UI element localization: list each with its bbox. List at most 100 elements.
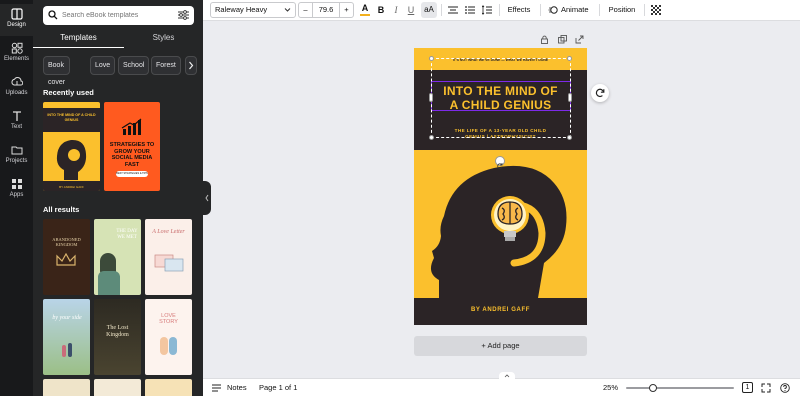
rail-item-projects[interactable]: Projects — [0, 140, 33, 172]
templates-panel: Templates Styles Book cover Love School … — [33, 0, 203, 396]
effects-button[interactable]: Effects — [503, 2, 535, 18]
notes-label: Notes — [227, 383, 247, 392]
thumb-title: STRATEGIES TO GROW YOUR SOCIAL MEDIA FAS… — [109, 142, 155, 168]
add-page-button[interactable]: + Add page — [414, 336, 587, 356]
help-icon — [780, 383, 790, 393]
chip-school[interactable]: School — [118, 56, 150, 75]
rail-item-design[interactable]: Design — [0, 4, 33, 36]
animate-button[interactable]: Animate — [546, 2, 594, 18]
thumb-title: by your side — [52, 315, 82, 321]
bold-button[interactable]: B — [375, 2, 387, 18]
tab-styles[interactable]: Styles — [124, 31, 203, 48]
resize-handle[interactable] — [567, 56, 572, 61]
rotate-handle[interactable] — [495, 156, 505, 169]
growth-chart-graphic — [121, 118, 142, 135]
elements-icon — [11, 42, 23, 54]
notes-icon — [212, 384, 221, 392]
collapse-panel-button[interactable] — [203, 181, 211, 215]
resize-handle[interactable] — [429, 56, 434, 61]
search-input[interactable] — [62, 8, 172, 23]
italic-button[interactable]: I — [390, 2, 402, 18]
regenerate-button[interactable] — [591, 84, 609, 102]
show-pages-handle[interactable] — [499, 372, 515, 379]
page-count-badge: 1 — [742, 382, 753, 393]
page-view-button[interactable]: 1 — [742, 379, 753, 396]
template-thumb-the-day-we-met[interactable]: THE DAY WE MET — [94, 219, 141, 295]
font-size-value[interactable]: 79.6 — [313, 3, 339, 17]
animate-label: Animate — [561, 5, 589, 14]
resize-handle[interactable] — [567, 135, 572, 140]
template-thumb[interactable] — [43, 379, 90, 396]
template-thumb-by-your-side[interactable]: by your side — [43, 299, 90, 375]
thumb-title: LOVE STORY — [159, 313, 178, 325]
rail-label: Elements — [3, 56, 29, 62]
left-rail: Design Elements Uploads Text Projects Ap… — [0, 0, 33, 396]
cover-author[interactable]: BY ANDREI GAFF — [414, 307, 587, 313]
thumb-button-text: BEST STRATEGIES & TIPS — [116, 171, 148, 177]
chips-next-button[interactable] — [185, 56, 197, 75]
side-resize-handle[interactable] — [568, 93, 572, 102]
template-thumb-a-love-letter[interactable]: A Love Letter — [145, 219, 192, 295]
chevron-down-icon — [284, 8, 291, 12]
fullscreen-button[interactable] — [761, 379, 772, 396]
rotate-icon — [497, 163, 503, 169]
list-icon — [465, 6, 475, 14]
side-resize-handle[interactable] — [429, 93, 433, 102]
add-page-top-button[interactable] — [575, 35, 584, 46]
figure-graphic — [169, 337, 177, 355]
transparency-button[interactable] — [650, 2, 662, 18]
text-color-button[interactable]: A — [358, 2, 372, 18]
template-thumb-child-genius[interactable]: INTO THE MIND OF A CHILD GENIUS BY ANDRE… — [43, 102, 100, 191]
help-button[interactable] — [780, 379, 791, 396]
zoom-slider-knob[interactable] — [649, 384, 657, 392]
rail-item-uploads[interactable]: Uploads — [0, 72, 33, 104]
template-thumb[interactable] — [94, 379, 141, 396]
font-family-select[interactable]: Raleway Heavy — [210, 2, 296, 18]
thumb-title: The Lost Kingdom — [106, 325, 129, 338]
rail-label: Design — [7, 22, 26, 28]
search-box[interactable] — [43, 6, 194, 25]
lock-page-button[interactable] — [540, 35, 549, 46]
page-indicator[interactable]: Page 1 of 1 — [259, 379, 309, 396]
thumb-title: A Love Letter — [152, 229, 185, 235]
position-button[interactable]: Position — [605, 2, 639, 18]
list-button[interactable] — [464, 2, 476, 18]
chip-forest[interactable]: Forest — [151, 56, 181, 75]
book-cover-page[interactable]: IT'S NOT WHAT WE'VE DONE — WHAT WE HAVEN… — [414, 48, 587, 325]
rail-label: Uploads — [5, 90, 28, 96]
template-thumb-the-lost-kingdom[interactable]: The Lost Kingdom — [94, 299, 141, 375]
increase-size-button[interactable]: + — [339, 3, 353, 17]
template-thumb-love-story[interactable]: LOVE STORY — [145, 299, 192, 375]
rail-item-text[interactable]: Text — [0, 106, 33, 138]
figure-graphic — [62, 345, 66, 357]
letter-case-button[interactable]: aA — [421, 2, 437, 18]
notes-button[interactable]: Notes — [212, 379, 257, 396]
envelope-graphic — [154, 254, 184, 272]
filter-icon[interactable] — [178, 10, 189, 20]
template-thumb[interactable] — [145, 379, 192, 396]
duplicate-page-button[interactable] — [558, 35, 567, 46]
chip-love[interactable]: Love — [90, 56, 116, 75]
toolbar-divider — [599, 4, 600, 16]
template-thumb-abandoned-kingdom[interactable]: ABANDONED KINGDOM — [43, 219, 90, 295]
spacing-button[interactable] — [481, 2, 493, 18]
tab-templates[interactable]: Templates — [33, 31, 124, 48]
align-button[interactable] — [447, 2, 459, 18]
rail-label: Text — [10, 124, 22, 130]
line-spacing-icon — [481, 5, 492, 15]
decrease-size-button[interactable]: – — [299, 3, 313, 17]
chevron-left-icon — [205, 194, 209, 202]
template-thumb-social-media[interactable]: STRATEGIES TO GROW YOUR SOCIAL MEDIA FAS… — [104, 102, 160, 191]
refresh-icon — [595, 88, 605, 98]
zoom-value[interactable]: 25% — [603, 379, 623, 396]
resize-handle[interactable] — [429, 135, 434, 140]
rail-label: Apps — [9, 192, 24, 198]
font-family-value: Raleway Heavy — [215, 5, 268, 14]
animate-icon — [548, 6, 558, 14]
zoom-slider[interactable] — [626, 384, 734, 392]
rail-item-apps[interactable]: Apps — [0, 174, 33, 206]
underline-button[interactable]: U — [405, 2, 417, 18]
toolbar-divider — [644, 4, 645, 16]
chip-book-cover[interactable]: Book cover — [43, 56, 71, 86]
rail-item-elements[interactable]: Elements — [0, 38, 33, 70]
